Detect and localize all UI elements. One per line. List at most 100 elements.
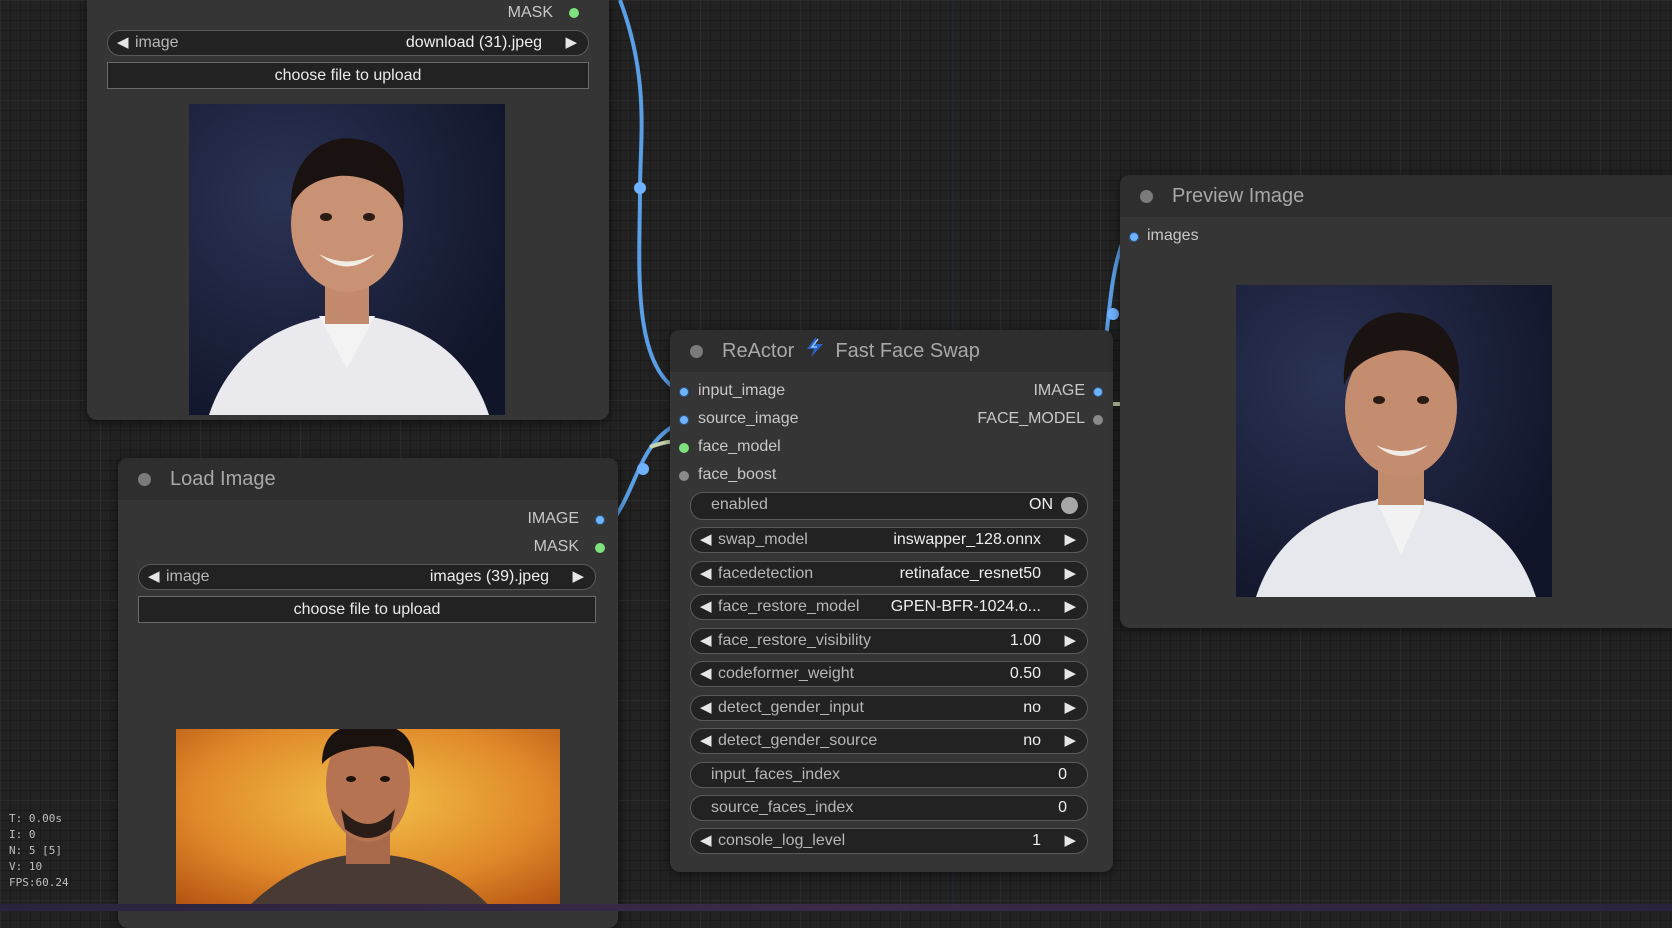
widget-value: retinaface_resnet50 bbox=[899, 564, 1041, 582]
increment-arrow-icon[interactable]: ▶ bbox=[1064, 829, 1076, 853]
link-midpoint[interactable] bbox=[1107, 308, 1119, 320]
widget-value: 1 bbox=[1032, 832, 1041, 849]
output-image-label: IMAGE bbox=[1033, 382, 1085, 399]
node-title-right: Fast Face Swap bbox=[835, 340, 980, 362]
output-mask-label: MASK bbox=[533, 538, 579, 555]
widget-name: console_log_level bbox=[718, 832, 846, 849]
face-boost-label: face_boost bbox=[698, 466, 777, 483]
output-image-slot[interactable] bbox=[595, 515, 605, 525]
preview-output-image bbox=[1236, 285, 1552, 597]
toggle-knob-icon[interactable] bbox=[1061, 497, 1078, 514]
node-title: Preview Image bbox=[1172, 185, 1305, 207]
decrement-arrow-icon[interactable]: ◀ bbox=[700, 696, 712, 720]
increment-arrow-icon[interactable]: ▶ bbox=[1064, 595, 1076, 619]
input-slot[interactable] bbox=[679, 387, 689, 397]
widget-value: no bbox=[1023, 698, 1041, 716]
lightning-icon bbox=[804, 331, 826, 373]
output-face-model-slot[interactable] bbox=[1093, 415, 1103, 425]
face-model-label: face_model bbox=[698, 438, 781, 455]
decrement-arrow-icon[interactable]: ◀ bbox=[700, 829, 712, 853]
source-faces-index-widget[interactable]: source_faces_index 0 bbox=[690, 795, 1088, 821]
preview-image-node[interactable]: Preview Image images bbox=[1120, 175, 1672, 628]
input-slot[interactable] bbox=[679, 415, 689, 425]
decrement-arrow-icon[interactable]: ◀ bbox=[700, 595, 712, 619]
portrait-image bbox=[189, 104, 505, 415]
node-title-left: ReActor bbox=[722, 340, 795, 362]
portrait-image bbox=[176, 729, 560, 909]
output-image-slot[interactable] bbox=[1093, 387, 1103, 397]
node-title-bar[interactable]: ReActor Fast Face Swap bbox=[670, 330, 1113, 372]
widget-name: source_faces_index bbox=[711, 799, 854, 816]
collapse-dot-icon[interactable] bbox=[1140, 190, 1153, 203]
decrement-arrow-icon[interactable]: ◀ bbox=[700, 662, 712, 686]
output-face-model-label: FACE_MODEL bbox=[977, 410, 1085, 427]
reactor-node[interactable]: ReActor Fast Face Swap input_image sourc… bbox=[670, 330, 1113, 872]
uploaded-image-preview bbox=[176, 729, 560, 909]
widget-value: 0.50 bbox=[1009, 665, 1041, 682]
increment-arrow-icon[interactable]: ▶ bbox=[565, 31, 577, 55]
output-image-label: IMAGE bbox=[527, 510, 579, 527]
image-combo[interactable]: ◀ image images (39).jpeg ▶ bbox=[138, 564, 596, 590]
widget-face-restore-model[interactable]: ◀ face_restore_model GPEN-BFR-1024.o... ▶ bbox=[690, 594, 1088, 620]
increment-arrow-icon[interactable]: ▶ bbox=[1064, 528, 1076, 552]
widget-codeformer-weight[interactable]: ◀ codeformer_weight 0.50 ▶ bbox=[690, 661, 1088, 687]
widget-name: face_restore_visibility bbox=[718, 631, 871, 649]
image-combo[interactable]: ◀ image download (31).jpeg ▶ bbox=[107, 30, 589, 56]
input-faces-index-widget[interactable]: input_faces_index 0 bbox=[690, 762, 1088, 788]
decrement-arrow-icon[interactable]: ◀ bbox=[117, 31, 129, 55]
widget-value: inswapper_128.onnx bbox=[893, 531, 1041, 548]
upload-button[interactable]: choose file to upload bbox=[138, 596, 596, 623]
node-title-bar[interactable]: Preview Image bbox=[1120, 175, 1672, 217]
enabled-toggle[interactable]: enabled ON bbox=[690, 492, 1088, 520]
uploaded-image-preview bbox=[189, 104, 505, 415]
toggle-name: enabled bbox=[711, 496, 768, 513]
stat-visible: V: 10 bbox=[9, 860, 43, 873]
link-midpoint[interactable] bbox=[637, 463, 649, 475]
decrement-arrow-icon[interactable]: ◀ bbox=[700, 562, 712, 586]
increment-arrow-icon[interactable]: ▶ bbox=[572, 565, 584, 589]
load-image-node-top[interactable]: MASK ◀ image download (31).jpeg ▶ choose… bbox=[87, 0, 609, 420]
output-mask-slot[interactable] bbox=[569, 8, 579, 18]
increment-arrow-icon[interactable]: ▶ bbox=[1064, 696, 1076, 720]
input-image-label: input_image bbox=[698, 382, 786, 399]
input-slot[interactable] bbox=[679, 471, 689, 481]
stat-iterations: I: 0 bbox=[9, 828, 36, 841]
image-combo-name: image bbox=[135, 34, 179, 51]
image-combo-name: image bbox=[166, 568, 210, 585]
widget-detect-gender-source[interactable]: ◀ detect_gender_source no ▶ bbox=[690, 728, 1088, 754]
upload-button[interactable]: choose file to upload bbox=[107, 62, 589, 89]
increment-arrow-icon[interactable]: ▶ bbox=[1064, 662, 1076, 686]
widget-facedetection[interactable]: ◀ facedetection retinaface_resnet50 ▶ bbox=[690, 560, 1088, 587]
collapse-dot-icon[interactable] bbox=[138, 473, 151, 486]
widget-name: face_restore_model bbox=[718, 598, 860, 615]
widget-name: swap_model bbox=[718, 531, 808, 548]
widget-swap-model[interactable]: ◀ swap_model inswapper_128.onnx ▶ bbox=[690, 527, 1088, 553]
decrement-arrow-icon[interactable]: ◀ bbox=[700, 629, 712, 653]
image-combo-value: images (39).jpeg bbox=[429, 568, 549, 585]
increment-arrow-icon[interactable]: ▶ bbox=[1064, 729, 1076, 753]
widget-face-restore-visibility[interactable]: ◀ face_restore_visibility 1.00 ▶ bbox=[690, 627, 1088, 654]
decrement-arrow-icon[interactable]: ◀ bbox=[148, 565, 160, 589]
stats-overlay: T: 0.00s I: 0 N: 5 [5] V: 10 FPS:60.24 bbox=[9, 811, 69, 891]
increment-arrow-icon[interactable]: ▶ bbox=[1064, 562, 1076, 586]
output-mask-slot[interactable] bbox=[595, 543, 605, 553]
widget-value: no bbox=[1023, 732, 1041, 749]
increment-arrow-icon[interactable]: ▶ bbox=[1064, 629, 1076, 653]
widget-name: input_faces_index bbox=[711, 766, 840, 783]
decrement-arrow-icon[interactable]: ◀ bbox=[700, 528, 712, 552]
load-image-node[interactable]: Load Image IMAGE MASK ◀ image images (39… bbox=[118, 458, 618, 928]
node-title: Load Image bbox=[170, 468, 276, 490]
stat-time: T: 0.00s bbox=[9, 812, 62, 825]
input-slot[interactable] bbox=[679, 443, 689, 453]
toggle-value: ON bbox=[1029, 496, 1053, 513]
node-title-bar[interactable]: Load Image bbox=[118, 458, 618, 500]
console-log-level-widget[interactable]: ◀ console_log_level 1 ▶ bbox=[690, 828, 1088, 854]
widget-name: detect_gender_source bbox=[718, 732, 878, 749]
input-images-slot[interactable] bbox=[1129, 232, 1139, 242]
collapse-dot-icon[interactable] bbox=[690, 345, 703, 358]
widget-value: 0 bbox=[1058, 799, 1067, 816]
widget-detect-gender-input[interactable]: ◀ detect_gender_input no ▶ bbox=[690, 694, 1088, 721]
widget-name: facedetection bbox=[718, 564, 814, 582]
decrement-arrow-icon[interactable]: ◀ bbox=[700, 729, 712, 753]
link-midpoint[interactable] bbox=[634, 182, 646, 194]
